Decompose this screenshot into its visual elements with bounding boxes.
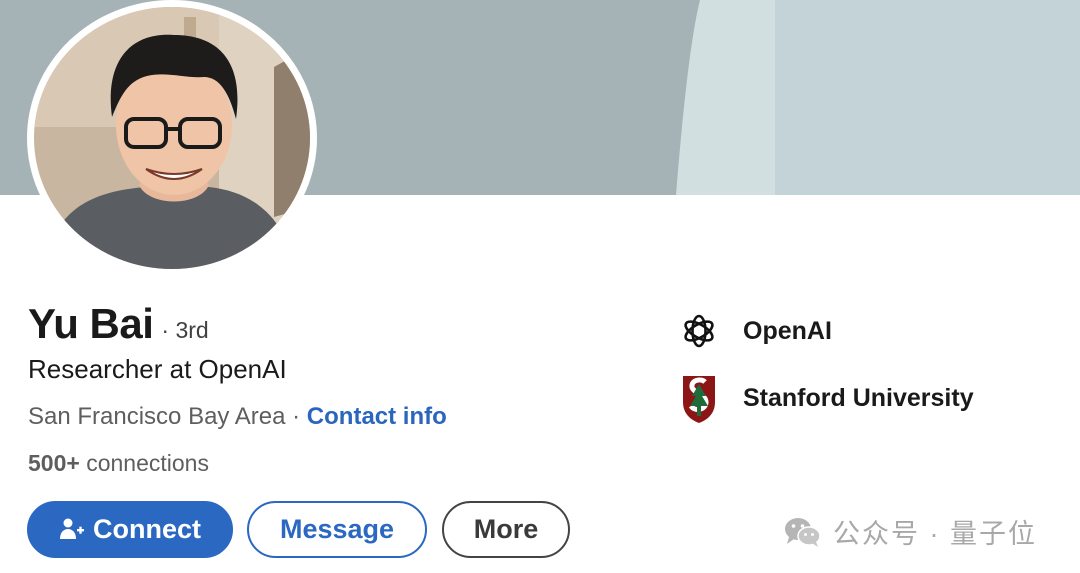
contact-info-link[interactable]: Contact info [307,403,447,430]
org-name-stanford: Stanford University [743,383,974,412]
profile-location: San Francisco Bay Area [28,403,286,430]
connect-button[interactable]: Connect [27,501,233,558]
connections-count: 500+ [28,450,80,476]
wechat-icon [785,517,821,547]
profile-connections[interactable]: 500+ connections [28,450,209,477]
connections-label: connections [79,450,209,476]
profile-name-row: Yu Bai · 3rd [28,300,209,348]
profile-avatar[interactable] [27,0,317,276]
openai-logo-icon [678,305,720,357]
watermark-text: 公众号 · 量子位 [833,519,1037,549]
connection-degree: · 3rd [161,317,209,343]
more-button[interactable]: More [442,501,570,558]
message-button[interactable]: Message [247,501,427,558]
profile-headline: Researcher at OpenAI [28,354,287,384]
stanford-logo-icon [678,372,720,424]
location-separator: · [285,403,307,430]
org-name-openai: OpenAI [743,316,832,345]
connect-label: Connect [93,514,201,544]
org-item-openai[interactable]: OpenAI [678,305,832,357]
message-label: Message [279,514,395,544]
profile-location-row: San Francisco Bay Area · Contact info [28,403,447,431]
add-person-icon [60,518,84,539]
more-label: More [473,514,539,544]
watermark: 公众号 · 量子位 [783,512,1037,551]
org-item-stanford[interactable]: Stanford University [678,372,974,424]
profile-name: Yu Bai [28,300,154,347]
